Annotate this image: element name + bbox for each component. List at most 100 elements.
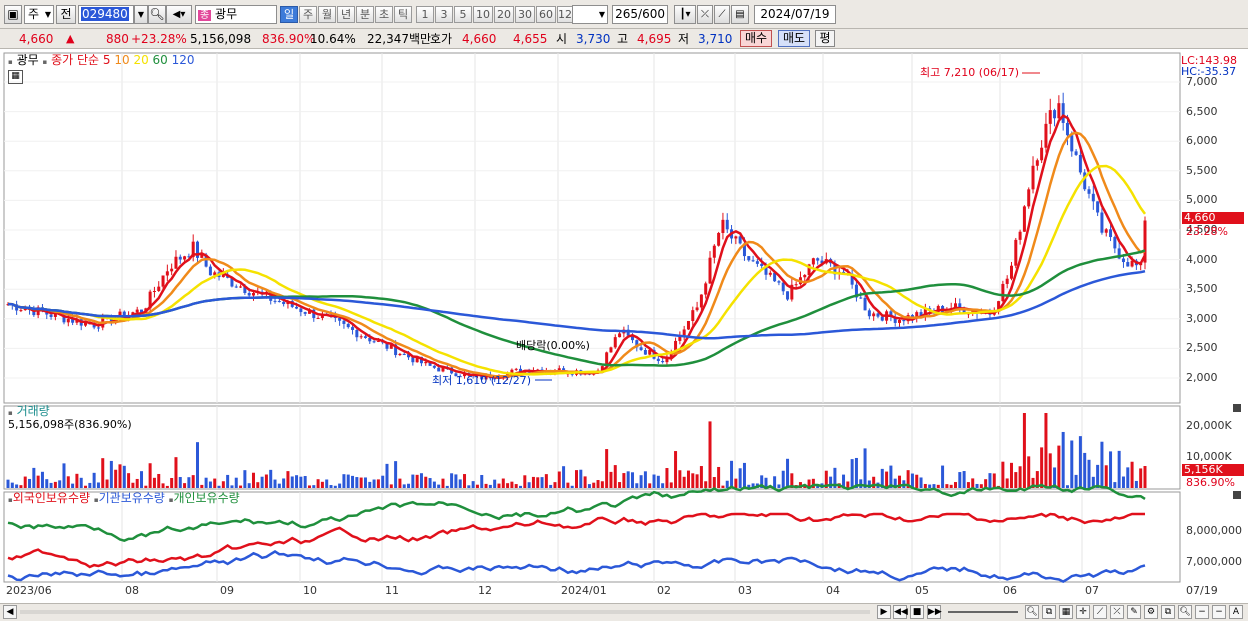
font-size-icon[interactable]: A	[1229, 605, 1243, 619]
volume-bar	[122, 465, 126, 488]
price-tick: 3,500	[1186, 282, 1218, 296]
volume-bar	[1074, 474, 1078, 488]
candle-body	[432, 365, 436, 368]
draw-tool-icon[interactable]: ⟋	[714, 5, 730, 24]
volume-bar	[342, 474, 346, 488]
candle-body	[1078, 154, 1082, 173]
volume-bar	[178, 477, 182, 488]
search-icon[interactable]: 🔍︎	[148, 5, 166, 24]
interval-tab-10[interactable]: 10	[473, 6, 493, 23]
period-tab-0[interactable]: 일	[280, 6, 298, 23]
candle-body	[1126, 262, 1130, 267]
volume-bar	[717, 466, 721, 488]
legend-marker-icon: ▪	[42, 58, 48, 66]
volume-bar	[661, 483, 665, 488]
volume-bar	[928, 484, 932, 488]
ma-legend-10: 10	[110, 53, 130, 67]
volume-bar	[6, 479, 10, 488]
volume-bar	[622, 473, 626, 488]
candle-body	[346, 323, 350, 328]
candle-body	[510, 369, 514, 373]
rewind-icon[interactable]: ◀◀	[893, 605, 908, 619]
candle-body	[96, 327, 100, 329]
volume-bar	[363, 477, 367, 488]
interval-tab-3[interactable]: 3	[435, 6, 453, 23]
zoom-slider[interactable]	[948, 611, 1018, 613]
stock-code-input[interactable]: 029480	[78, 5, 134, 24]
volume-bar	[450, 473, 454, 488]
ma-legend-5: 5	[102, 53, 111, 67]
volume-bar	[273, 479, 277, 488]
count-field[interactable]: 265/600	[612, 5, 668, 24]
volume-bar	[1121, 476, 1125, 488]
period-tab-1[interactable]: 주	[299, 6, 317, 23]
volume-bar	[566, 482, 570, 488]
volume-bar	[1001, 461, 1005, 488]
date-tick: 2023/06	[6, 584, 52, 597]
code-dropdown-button[interactable]: ▼	[134, 5, 148, 24]
volume-bar	[415, 474, 419, 488]
interval-tab-5[interactable]: 5	[454, 6, 472, 23]
stop-icon[interactable]: ■	[910, 605, 924, 619]
volume-bar	[932, 484, 936, 488]
panel-close-icon[interactable]	[1233, 491, 1241, 499]
zoom-out-icon[interactable]: −	[1212, 605, 1226, 619]
sell-button[interactable]: 매도	[778, 30, 810, 47]
interval-tab-30[interactable]: 30	[515, 6, 535, 23]
buy-button[interactable]: 매수	[740, 30, 772, 47]
horizontal-scrollbar[interactable]	[20, 610, 870, 614]
period-tab-6[interactable]: 틱	[394, 6, 412, 23]
volume-bar	[269, 469, 273, 488]
indicator-icon[interactable]: ⤫	[697, 5, 713, 24]
volume-bar	[135, 478, 139, 488]
scroll-right-icon[interactable]: ▶	[877, 605, 891, 619]
panel-close-icon[interactable]	[1233, 404, 1241, 412]
candle-body	[161, 275, 165, 287]
volume-bar	[230, 485, 234, 488]
candle-body	[1087, 189, 1091, 194]
interval-tab-20[interactable]: 20	[494, 6, 514, 23]
price-chart[interactable]	[0, 51, 1248, 603]
prev-button[interactable]: 전	[56, 5, 76, 24]
eval-button[interactable]: 평	[815, 30, 835, 47]
candle-body	[1014, 239, 1018, 266]
fast-forward-icon[interactable]: ▶▶	[927, 605, 942, 619]
interval-tab-1[interactable]: 1	[416, 6, 434, 23]
volume-bar	[295, 475, 299, 488]
search-icon[interactable]: 🔍︎	[1178, 605, 1192, 619]
brush-icon[interactable]: ✎	[1127, 605, 1141, 619]
copy-icon[interactable]: ⧉	[1042, 605, 1056, 619]
period-tab-5[interactable]: 초	[375, 6, 393, 23]
stock-name-field[interactable]: 종 광무	[195, 5, 277, 24]
scroll-left-icon[interactable]: ◀	[3, 605, 17, 619]
candle-body	[686, 320, 690, 330]
volume-bar	[58, 480, 62, 488]
zoom-icon[interactable]: 🔍︎	[1025, 605, 1039, 619]
settings-icon[interactable]: ⚙	[1144, 605, 1158, 619]
candle-body	[717, 232, 721, 246]
export-icon[interactable]: ⧉	[1161, 605, 1175, 619]
price-tick: 3,000	[1186, 311, 1218, 325]
period-tab-4[interactable]: 분	[356, 6, 374, 23]
date-field[interactable]: 2024/07/19	[754, 5, 836, 24]
window-menu-icon[interactable]: ▣	[4, 5, 22, 24]
layout-icon[interactable]: ▦	[1059, 605, 1073, 619]
speaker-icon[interactable]: ◀▾	[166, 5, 192, 24]
trendline-icon[interactable]: ⟋	[1093, 605, 1107, 619]
panel-table-icon[interactable]: ▦	[8, 70, 23, 84]
tool-icon[interactable]: ⤫	[1110, 605, 1124, 619]
candle-body	[316, 317, 320, 319]
candle-body	[1040, 147, 1044, 161]
candle-type-icon[interactable]: ┃▾	[674, 5, 696, 24]
period-tab-2[interactable]: 월	[318, 6, 336, 23]
interval-dropdown[interactable]: ▼	[572, 5, 608, 24]
interval-tab-60[interactable]: 60	[536, 6, 556, 23]
stock-code-value: 029480	[81, 7, 129, 21]
crosshair-icon[interactable]: ✛	[1076, 605, 1090, 619]
zoom-in-icon[interactable]: −	[1195, 605, 1209, 619]
volume-bar	[527, 482, 531, 488]
market-select[interactable]: 주 ▼	[24, 5, 54, 24]
volume-bar	[773, 476, 777, 488]
volume-bar	[579, 469, 583, 488]
period-tab-3[interactable]: 년	[337, 6, 355, 23]
